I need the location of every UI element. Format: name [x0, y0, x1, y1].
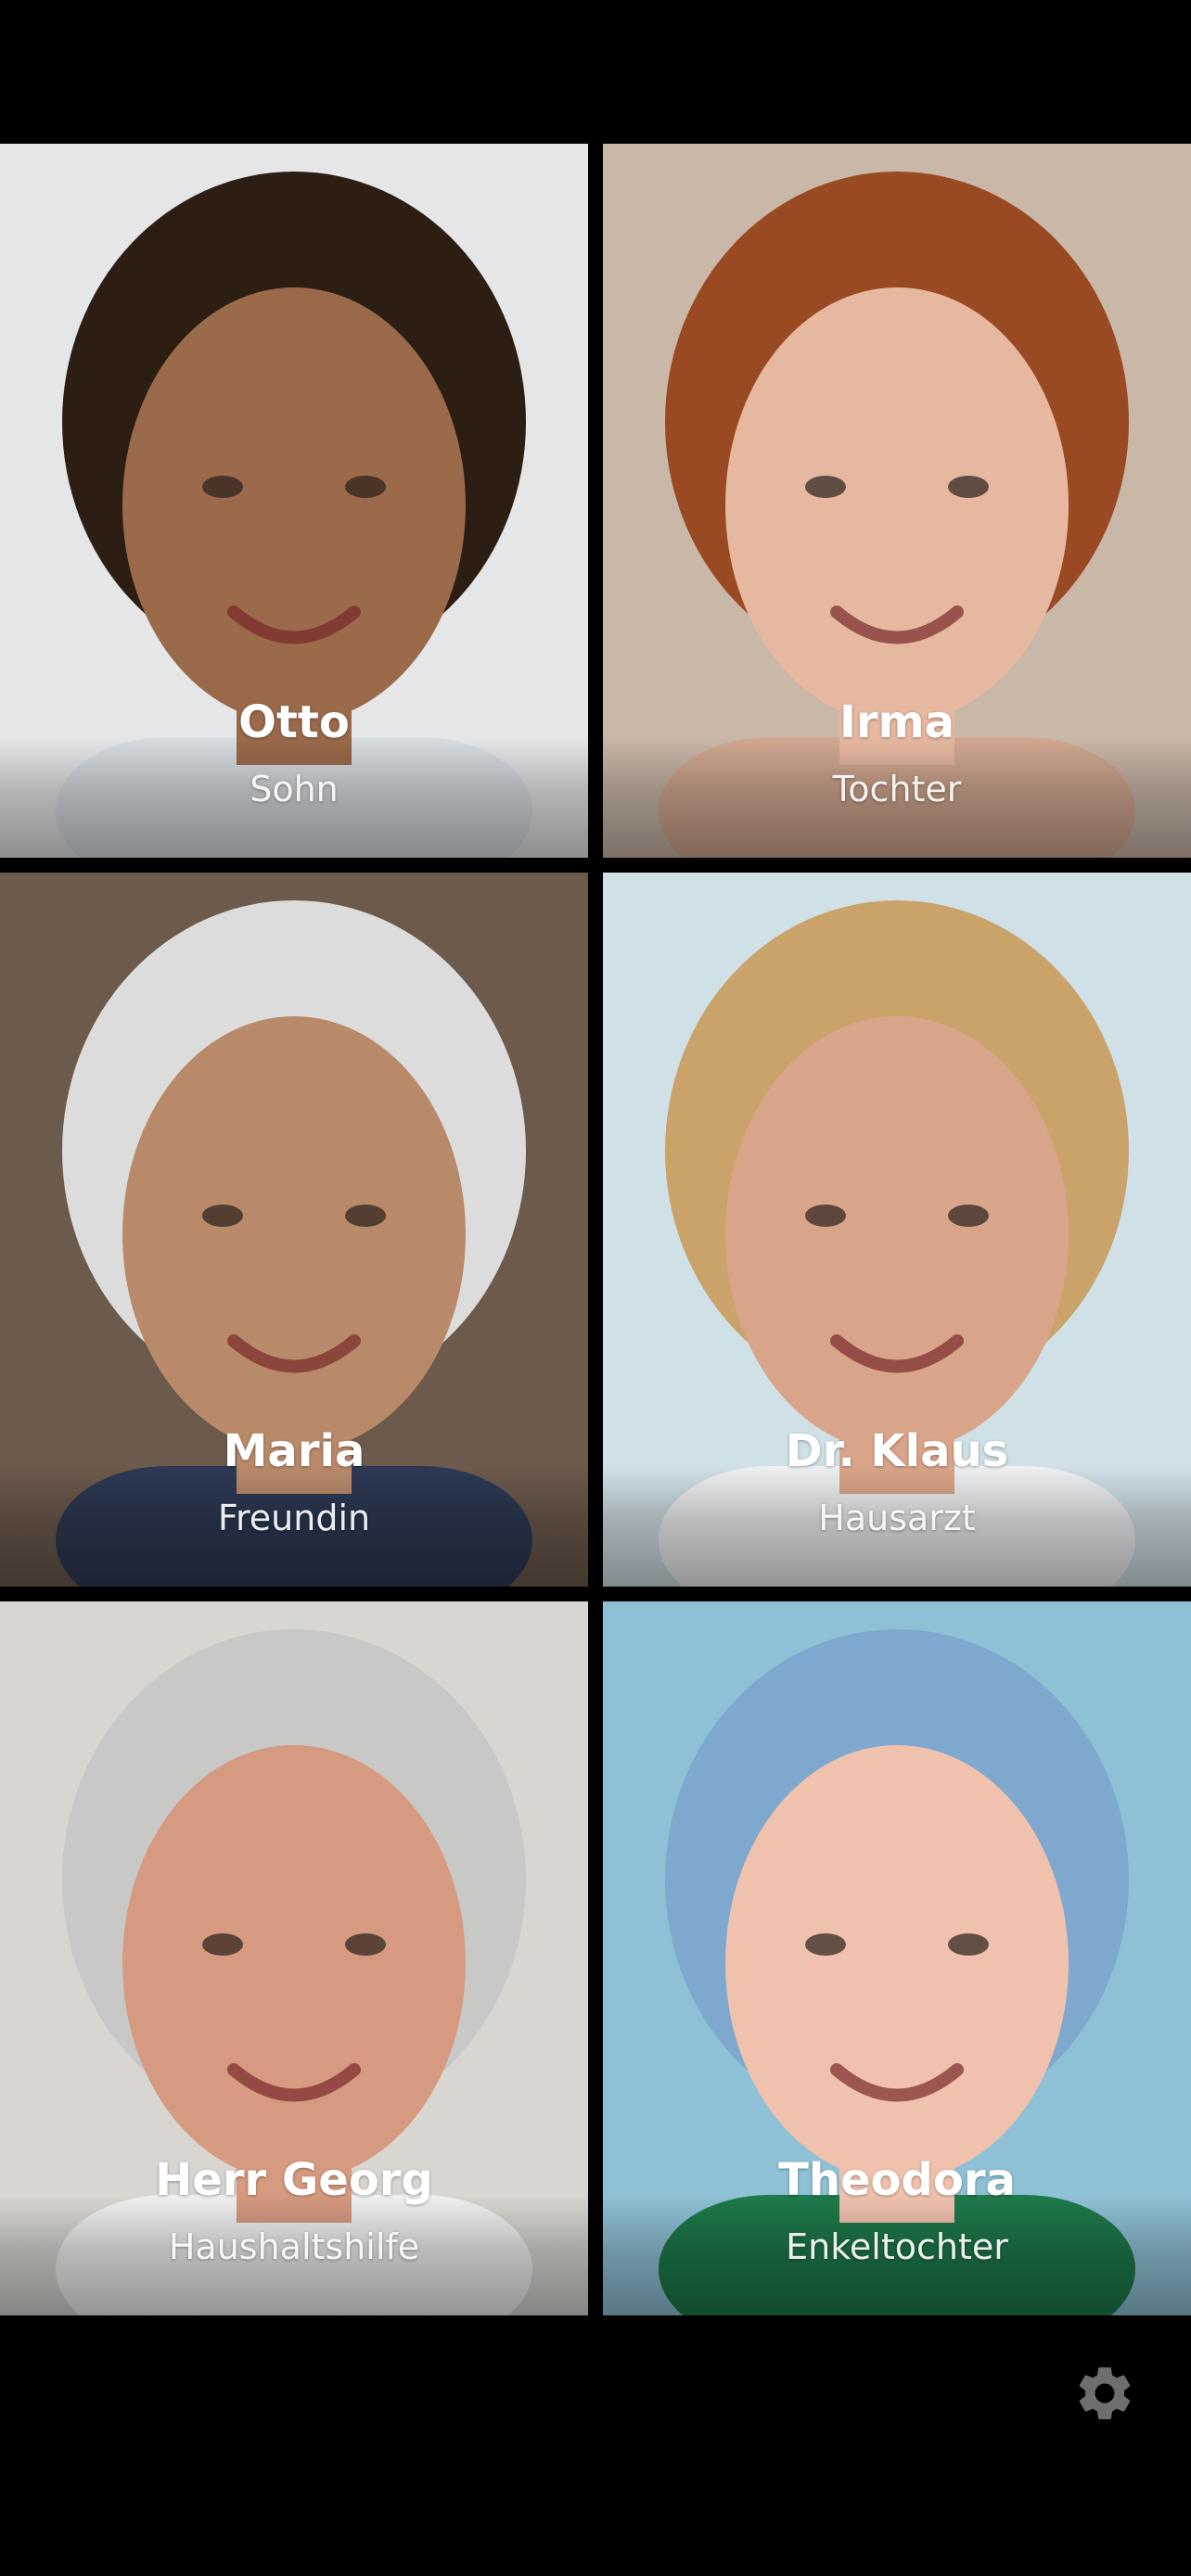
contact-name: Theodora: [778, 2154, 1016, 2206]
gear-icon: [1079, 2367, 1131, 2419]
contact-role: Freundin: [217, 1498, 371, 1538]
contact-role: Enkeltochter: [786, 2226, 1008, 2267]
contact-tile-maria[interactable]: Maria Freundin: [0, 873, 588, 1587]
contact-tile-otto[interactable]: Otto Sohn: [0, 144, 588, 858]
contact-role: Tochter: [832, 769, 962, 810]
contact-name: Maria: [223, 1425, 365, 1477]
contact-name: Herr Georg: [155, 2154, 433, 2206]
contact-name: Dr. Klaus: [785, 1425, 1009, 1477]
contact-name: Otto: [238, 696, 350, 748]
contact-role: Hausarzt: [818, 1498, 976, 1538]
contact-name: Irma: [839, 696, 954, 748]
contact-tile-theodora[interactable]: Theodora Enkeltochter: [603, 1601, 1191, 2315]
contact-role: Sohn: [250, 769, 339, 810]
contact-role: Haushaltshilfe: [168, 2226, 420, 2267]
contact-tile-herr-georg[interactable]: Herr Georg Haushaltshilfe: [0, 1601, 588, 2315]
contact-tile-irma[interactable]: Irma Tochter: [603, 144, 1191, 858]
contact-tile-dr-klaus[interactable]: Dr. Klaus Hausarzt: [603, 873, 1191, 1587]
settings-button[interactable]: [1072, 2361, 1137, 2426]
